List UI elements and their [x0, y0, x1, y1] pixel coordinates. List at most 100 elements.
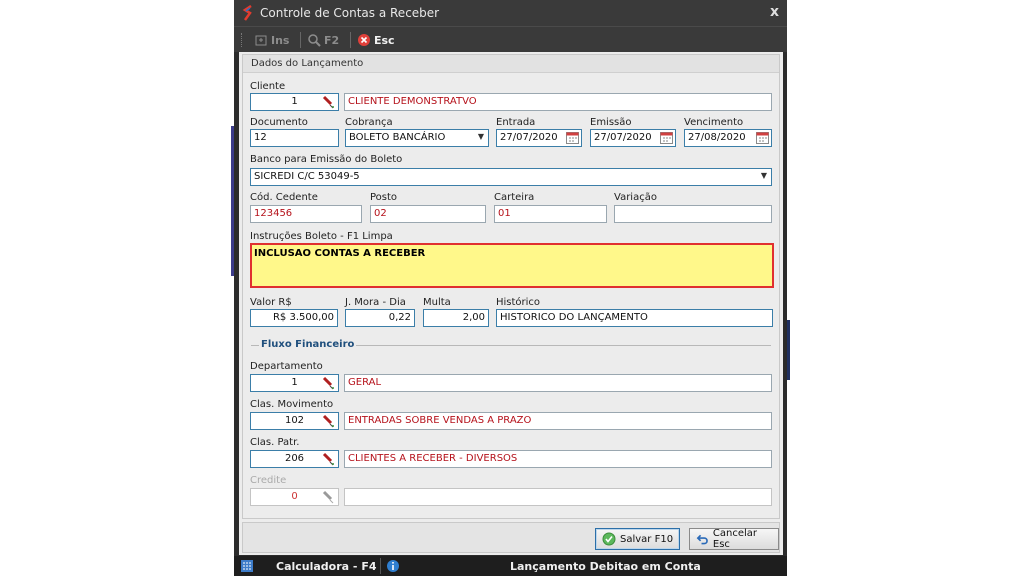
- carteira-label: Carteira: [494, 192, 535, 203]
- insert-label: Ins: [271, 33, 290, 47]
- calendar-icon[interactable]: [660, 132, 673, 144]
- documento-field[interactable]: 12: [250, 129, 339, 147]
- cliente-name-field[interactable]: CLIENTE DEMONSTRATVO: [344, 93, 772, 111]
- status-message: Lançamento Debitao em Conta: [510, 560, 701, 573]
- credite-label: Credite: [250, 475, 287, 486]
- close-circle-icon: [358, 34, 370, 46]
- toolbar: Ins F2 Esc: [234, 26, 787, 52]
- escape-button[interactable]: Esc: [357, 31, 395, 49]
- background-edge-right: [787, 320, 790, 380]
- search-button[interactable]: F2: [307, 31, 339, 49]
- vencimento-date-field[interactable]: 27/08/2020: [684, 129, 772, 147]
- calculator-icon[interactable]: [240, 559, 254, 573]
- cliente-code-field[interactable]: 1: [250, 93, 339, 111]
- mora-label: J. Mora - Dia: [345, 297, 406, 308]
- calendar-icon[interactable]: [756, 132, 769, 144]
- instrucoes-textarea[interactable]: INCLUSAO CONTAS A RECEBER: [250, 243, 774, 288]
- chevron-down-icon[interactable]: ▼: [478, 132, 484, 141]
- search-label: F2: [324, 33, 340, 47]
- calculator-shortcut[interactable]: Calculadora - F4: [276, 560, 376, 573]
- status-bar: Calculadora - F4 Lançamento Debitao em C…: [234, 556, 787, 576]
- banco-select[interactable]: SICREDI C/C 53049-5 ▼: [250, 168, 772, 186]
- variacao-field[interactable]: [614, 205, 772, 223]
- clas-patr-name-field[interactable]: CLIENTES A RECEBER - DIVERSOS: [344, 450, 772, 468]
- lookup-icon[interactable]: [321, 376, 335, 390]
- check-icon: [602, 532, 616, 546]
- close-icon[interactable]: x: [770, 4, 779, 20]
- status-separator: [380, 558, 381, 574]
- entrada-value: 27/07/2020: [500, 132, 558, 143]
- departamento-code-value: 1: [291, 377, 298, 388]
- clas-patr-label: Clas. Patr.: [250, 437, 300, 448]
- toolbar-separator: [300, 32, 301, 48]
- group-title: Dados do Lançamento: [243, 55, 779, 73]
- departamento-label: Departamento: [250, 361, 323, 372]
- vencimento-label: Vencimento: [684, 117, 744, 128]
- lookup-icon[interactable]: [321, 414, 335, 428]
- insert-icon: [255, 35, 267, 46]
- carteira-field[interactable]: 01: [494, 205, 607, 223]
- window: Controle de Contas a Receber x Ins F2 Es…: [234, 0, 787, 576]
- instrucoes-label: Instruções Boleto - F1 Limpa: [250, 231, 393, 242]
- vencimento-value: 27/08/2020: [688, 132, 746, 143]
- lookup-icon[interactable]: [321, 452, 335, 466]
- cancel-button-label: Cancelar Esc: [712, 528, 757, 550]
- cedente-label: Cód. Cedente: [250, 192, 318, 203]
- search-icon: [308, 34, 321, 47]
- cliente-label: Cliente: [250, 81, 286, 92]
- posto-field[interactable]: 02: [370, 205, 486, 223]
- clas-movimento-code-field[interactable]: 102: [250, 412, 339, 430]
- credite-code-field[interactable]: 0: [250, 488, 339, 506]
- cobranca-label: Cobrança: [345, 117, 393, 128]
- calendar-icon[interactable]: [566, 132, 579, 144]
- valor-label: Valor R$: [250, 297, 292, 308]
- clas-movimento-label: Clas. Movimento: [250, 399, 334, 410]
- cliente-code-value: 1: [291, 96, 298, 107]
- posto-label: Posto: [370, 192, 398, 203]
- group-dados-lancamento: Dados do Lançamento Cliente 1 CLIENTE DE…: [242, 54, 780, 519]
- toolbar-grip: [241, 33, 244, 47]
- chevron-down-icon[interactable]: ▼: [761, 171, 767, 180]
- historico-field[interactable]: HISTORICO DO LANÇAMENTO: [496, 309, 773, 327]
- multa-field[interactable]: 2,00: [423, 309, 489, 327]
- entrada-label: Entrada: [496, 117, 536, 128]
- clas-movimento-name-field[interactable]: ENTRADAS SOBRE VENDAS A PRAZO: [344, 412, 772, 430]
- mora-field[interactable]: 0,22: [345, 309, 415, 327]
- credite-code-value: 0: [291, 491, 298, 502]
- undo-icon: [696, 534, 708, 545]
- app-logo-icon: [242, 5, 252, 21]
- button-bar: Salvar F10 Cancelar Esc: [242, 522, 780, 553]
- emissao-label: Emissão: [590, 117, 632, 128]
- toolbar-separator: [350, 32, 351, 48]
- cobranca-select[interactable]: BOLETO BANCÁRIO ▼: [345, 129, 489, 147]
- emissao-date-field[interactable]: 27/07/2020: [590, 129, 676, 147]
- save-button[interactable]: Salvar F10: [595, 528, 681, 550]
- form-area: Dados do Lançamento Cliente 1 CLIENTE DE…: [239, 52, 783, 555]
- valor-field[interactable]: R$ 3.500,00: [250, 309, 338, 327]
- clas-movimento-code-value: 102: [284, 415, 305, 426]
- historico-label: Histórico: [496, 297, 541, 308]
- emissao-value: 27/07/2020: [594, 132, 652, 143]
- lookup-icon[interactable]: [321, 490, 335, 504]
- clas-patr-code-field[interactable]: 206: [250, 450, 339, 468]
- fluxo-financeiro-title: Fluxo Financeiro: [259, 339, 357, 350]
- banco-value: SICREDI C/C 53049-5: [254, 171, 360, 182]
- departamento-code-field[interactable]: 1: [250, 374, 339, 392]
- insert-button[interactable]: Ins: [254, 31, 289, 49]
- cedente-field[interactable]: 123456: [250, 205, 362, 223]
- title-bar: Controle de Contas a Receber x: [234, 0, 787, 26]
- info-icon: [387, 560, 399, 572]
- cancel-button[interactable]: Cancelar Esc: [689, 528, 779, 550]
- multa-label: Multa: [423, 297, 451, 308]
- window-title: Controle de Contas a Receber: [260, 6, 440, 20]
- credite-name-field[interactable]: [344, 488, 772, 506]
- departamento-name-field[interactable]: GERAL: [344, 374, 772, 392]
- cobranca-value: BOLETO BANCÁRIO: [349, 132, 446, 143]
- entrada-date-field[interactable]: 27/07/2020: [496, 129, 582, 147]
- clas-patr-code-value: 206: [284, 453, 305, 464]
- fluxo-financeiro-separator: Fluxo Financeiro: [251, 339, 771, 351]
- documento-label: Documento: [250, 117, 308, 128]
- banco-label: Banco para Emissão do Boleto: [250, 154, 403, 165]
- escape-label: Esc: [374, 33, 395, 47]
- lookup-icon[interactable]: [321, 95, 335, 109]
